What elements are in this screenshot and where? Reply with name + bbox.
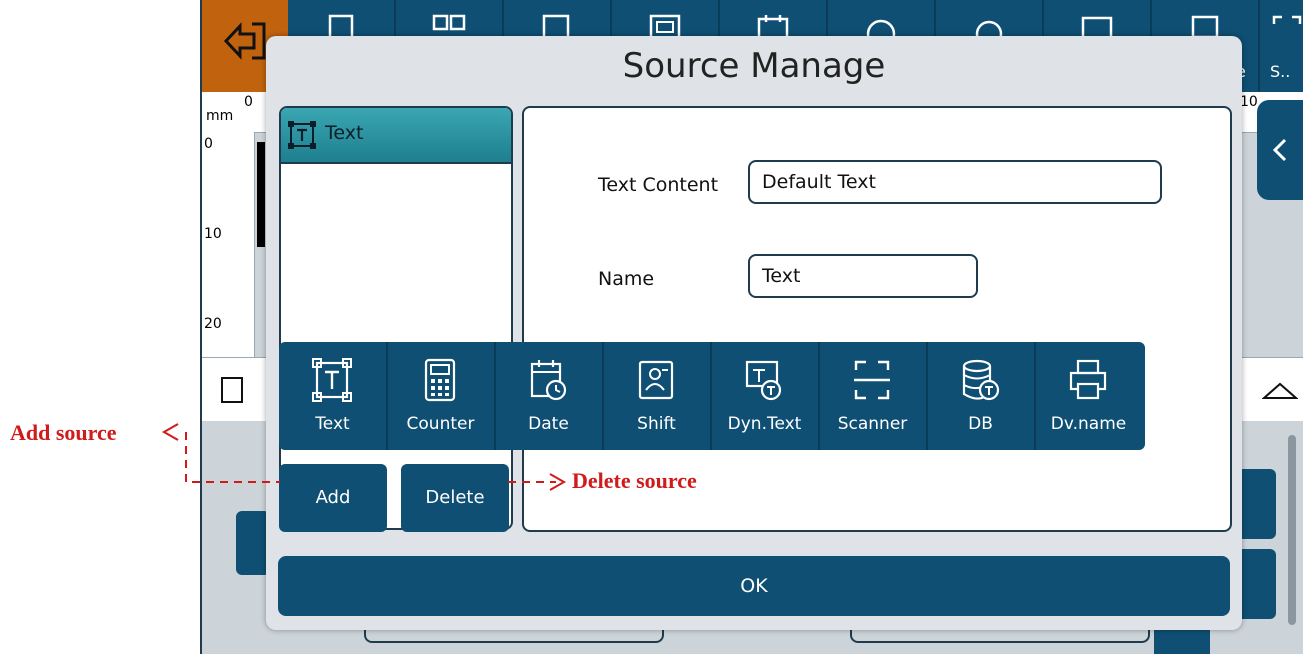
source-type-scanner-button[interactable]: Scanner bbox=[819, 342, 928, 450]
ruler-left-tick-10: 10 bbox=[204, 226, 222, 242]
add-source-annotation: Add source bbox=[10, 420, 117, 445]
toolbar-partial-label-s: S.. bbox=[1270, 62, 1291, 81]
dialog-title: Source Manage bbox=[622, 46, 886, 86]
add-source-arrow-icon bbox=[161, 423, 280, 483]
source-type-counter-button[interactable]: Counter bbox=[387, 342, 496, 450]
source-type-label: Shift bbox=[637, 414, 676, 434]
text-content-input[interactable]: Default Text bbox=[748, 160, 1162, 204]
delete-button[interactable]: Delete bbox=[401, 464, 509, 532]
source-list-item-text[interactable]: Text bbox=[281, 108, 511, 164]
dynamic-text-icon bbox=[745, 360, 782, 401]
name-input[interactable]: Text bbox=[748, 254, 978, 298]
text-frame-icon bbox=[288, 121, 316, 149]
name-label: Name bbox=[598, 268, 655, 290]
source-type-label: Counter bbox=[406, 414, 475, 434]
align-button[interactable] bbox=[236, 511, 270, 575]
ruler-left-tick-0: 0 bbox=[204, 136, 213, 152]
source-type-text-button[interactable]: Text bbox=[279, 342, 388, 450]
source-manage-dialog: Source Manage Text Text Content Default … bbox=[266, 36, 1242, 630]
canvas-text-bar bbox=[257, 142, 265, 247]
database-icon bbox=[962, 359, 1000, 401]
person-badge-icon bbox=[638, 360, 674, 400]
source-type-dvname-button[interactable]: Dv.name bbox=[1035, 342, 1142, 450]
source-type-label: DB bbox=[968, 414, 993, 434]
source-type-shift-button[interactable]: Shift bbox=[603, 342, 712, 450]
exit-icon bbox=[223, 22, 266, 60]
collapse-panel-button[interactable] bbox=[1257, 100, 1303, 200]
text-content-label: Text Content bbox=[598, 174, 719, 196]
source-type-bar: Text Counter Date Shift Dyn.Text Scanner… bbox=[279, 342, 1145, 450]
chevron-left-icon bbox=[1272, 138, 1287, 162]
toolbar-button-scan[interactable]: S.. bbox=[1260, 0, 1303, 92]
ruler-top-tick-10: 10 bbox=[1240, 94, 1258, 110]
source-type-label: Scanner bbox=[837, 414, 908, 434]
text-file-icon bbox=[221, 377, 243, 403]
delete-source-annotation: Delete source bbox=[572, 468, 697, 493]
ruler-top-tick-0: 0 bbox=[244, 94, 253, 110]
chevron-up-icon[interactable] bbox=[1262, 380, 1298, 400]
delete-source-arrow-icon bbox=[508, 473, 567, 491]
ruler-unit: mm bbox=[206, 108, 234, 124]
ruler-left: 0 10 20 bbox=[202, 132, 265, 357]
scanner-icon bbox=[854, 360, 890, 400]
source-type-dyntext-button[interactable]: Dyn.Text bbox=[711, 342, 820, 450]
scrollbar[interactable] bbox=[1288, 435, 1296, 625]
source-type-label: Dyn.Text bbox=[727, 414, 802, 434]
text-frame-icon bbox=[312, 358, 352, 402]
source-type-label: Dv.name bbox=[1050, 414, 1127, 434]
ruler-left-tick-20: 20 bbox=[204, 316, 222, 332]
source-type-db-button[interactable]: DB bbox=[927, 342, 1036, 450]
source-type-label: Date bbox=[528, 414, 569, 434]
source-list-item-label: Text bbox=[325, 122, 364, 144]
add-button[interactable]: Add bbox=[279, 464, 387, 532]
printer-icon bbox=[1069, 359, 1107, 400]
scanner-icon bbox=[1272, 15, 1302, 24]
calculator-icon bbox=[424, 358, 456, 402]
calendar-clock-icon bbox=[530, 360, 567, 401]
source-type-label: Text bbox=[315, 414, 350, 434]
source-type-date-button[interactable]: Date bbox=[495, 342, 604, 450]
ok-button[interactable]: OK bbox=[278, 556, 1230, 616]
